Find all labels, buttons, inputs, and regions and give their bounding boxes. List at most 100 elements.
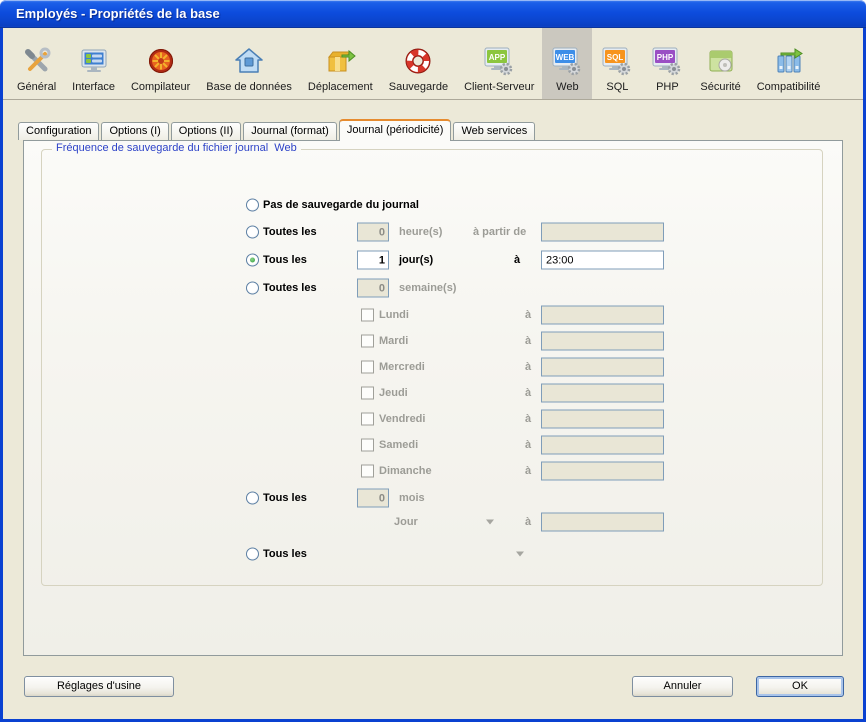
jeudi-time-input	[541, 384, 664, 403]
radio-custom-period[interactable]	[246, 548, 259, 561]
toolbar-item-label: SQL	[606, 81, 628, 93]
ok-button[interactable]: OK	[756, 676, 844, 697]
days-count-input[interactable]	[357, 251, 389, 270]
row-every-hours: Toutes les heure(s) à partir de	[24, 222, 844, 242]
at-label: à	[525, 361, 531, 373]
at-label: à	[514, 254, 520, 266]
checkbox-lundi[interactable]	[361, 309, 374, 322]
toolbar-item-client-serveur[interactable]: APP Client-Serveur	[456, 28, 542, 99]
svg-text:WEB: WEB	[556, 53, 575, 62]
row-custom-period: Tous les	[24, 544, 844, 564]
at-label: à	[525, 516, 531, 528]
php-server-icon: PHP	[650, 44, 684, 78]
chevron-down-icon	[486, 520, 494, 525]
svg-text:SQL: SQL	[607, 53, 624, 62]
row-every-weeks: Toutes les semaine(s)	[24, 278, 844, 298]
toolbar-item-label: Base de données	[206, 81, 292, 93]
radio-label: Tous les	[263, 492, 307, 504]
toolbar-item-label: Compatibilité	[757, 81, 821, 93]
radio-label: Tous les	[263, 548, 307, 560]
toolbar-item-web[interactable]: WEB Web	[542, 28, 592, 99]
row-weekday-lundi: Lundi à	[24, 305, 844, 325]
title-bar[interactable]: Employés - Propriétés de la base	[0, 0, 866, 28]
toolbar-item-label: Web	[556, 81, 578, 93]
vendredi-time-input	[541, 410, 664, 429]
checkbox-jeudi[interactable]	[361, 387, 374, 400]
toolbar-item-label: Compilateur	[131, 81, 190, 93]
at-label: à	[525, 413, 531, 425]
dialog-body: Général Interface	[3, 28, 863, 719]
from-label: à partir de	[473, 226, 526, 238]
radio-label: Tous les	[263, 254, 307, 266]
toolbar-item-label: Sauvegarde	[389, 81, 448, 93]
toolbar-item-general[interactable]: Général	[9, 28, 64, 99]
checkbox-vendredi[interactable]	[361, 413, 374, 426]
tab-web-services[interactable]: Web services	[453, 122, 535, 140]
toolbar-item-compatibilite[interactable]: Compatibilité	[749, 28, 829, 99]
lifebuoy-icon	[401, 44, 435, 78]
toolbar-item-securite[interactable]: Sécurité	[692, 28, 748, 99]
month-day-time-input	[541, 513, 664, 532]
radio-label: Pas de sauvegarde du journal	[263, 199, 419, 211]
box-arrow-icon	[323, 44, 357, 78]
weeks-count-input	[357, 279, 389, 298]
radio-label: Toutes les	[263, 226, 317, 238]
hours-count-input	[357, 223, 389, 242]
toolbar-item-base-de-donnees[interactable]: Base de données	[198, 28, 300, 99]
checkbox-mercredi[interactable]	[361, 361, 374, 374]
months-unit-label: mois	[399, 492, 425, 504]
checkbox-mardi[interactable]	[361, 335, 374, 348]
radio-every-months[interactable]	[246, 492, 259, 505]
mardi-time-input	[541, 332, 664, 351]
radio-every-days[interactable]	[246, 254, 259, 267]
samedi-time-input	[541, 436, 664, 455]
row-every-months: Tous les mois	[24, 488, 844, 508]
radio-every-hours[interactable]	[246, 226, 259, 239]
checkbox-samedi[interactable]	[361, 439, 374, 452]
toolbar-item-label: PHP	[656, 81, 679, 93]
at-label: à	[525, 439, 531, 451]
weekday-label: Vendredi	[379, 413, 425, 425]
dimanche-time-input	[541, 462, 664, 481]
factory-settings-button[interactable]: Réglages d'usine	[24, 676, 174, 697]
tab-options-1[interactable]: Options (I)	[101, 122, 168, 140]
tab-configuration[interactable]: Configuration	[18, 122, 99, 140]
toolbar-item-label: Déplacement	[308, 81, 373, 93]
row-weekday-vendredi: Vendredi à	[24, 409, 844, 429]
months-count-input	[357, 489, 389, 508]
weekday-label: Jeudi	[379, 387, 408, 399]
radio-no-backup[interactable]	[246, 199, 259, 212]
at-label: à	[525, 465, 531, 477]
tools-icon	[20, 44, 54, 78]
toolbar-item-interface[interactable]: Interface	[64, 28, 123, 99]
monitor-icon	[77, 44, 111, 78]
cancel-button[interactable]: Annuler	[632, 676, 733, 697]
weekday-label: Lundi	[379, 309, 409, 321]
lundi-time-input	[541, 306, 664, 325]
toolbar: Général Interface	[3, 28, 863, 100]
toolbar-item-compilateur[interactable]: Compilateur	[123, 28, 198, 99]
weeks-unit-label: semaine(s)	[399, 282, 456, 294]
radio-every-weeks[interactable]	[246, 282, 259, 295]
app-server-icon: APP	[482, 44, 516, 78]
web-server-icon: WEB	[550, 44, 584, 78]
tab-journal-periodicite[interactable]: Journal (périodicité)	[339, 119, 452, 141]
tab-strip: Configuration Options (I) Options (II) J…	[18, 119, 537, 140]
toolbar-item-sql[interactable]: SQL SQL	[592, 28, 642, 99]
tab-options-2[interactable]: Options (II)	[171, 122, 241, 140]
security-cd-icon	[704, 44, 738, 78]
checkbox-dimanche[interactable]	[361, 465, 374, 478]
properties-dialog: Employés - Propriétés de la base Général	[0, 0, 866, 722]
toolbar-item-label: Sécurité	[700, 81, 740, 93]
toolbar-item-deplacement[interactable]: Déplacement	[300, 28, 381, 99]
tab-journal-format[interactable]: Journal (format)	[243, 122, 337, 140]
days-time-input[interactable]	[541, 251, 664, 270]
row-weekday-samedi: Samedi à	[24, 435, 844, 455]
radio-label: Toutes les	[263, 282, 317, 294]
sql-server-icon: SQL	[600, 44, 634, 78]
at-label: à	[525, 335, 531, 347]
toolbar-item-php[interactable]: PHP PHP	[642, 28, 692, 99]
toolbar-item-label: Général	[17, 81, 56, 93]
toolbar-item-sauvegarde[interactable]: Sauvegarde	[381, 28, 456, 99]
window-title: Employés - Propriétés de la base	[16, 0, 220, 28]
